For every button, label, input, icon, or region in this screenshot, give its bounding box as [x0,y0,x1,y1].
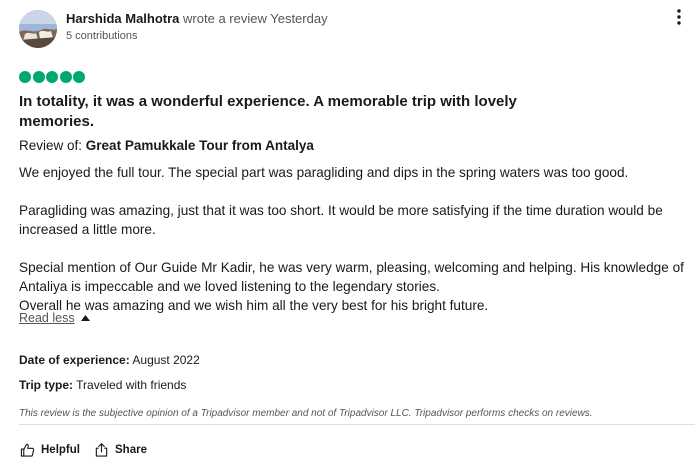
review-paragraph-3: Special mention of Our Guide Mr Kadir, h… [19,260,684,313]
review-body: We enjoyed the full tour. The special pa… [19,163,691,315]
trip-type-label: Trip type: [19,378,74,392]
trip-type: Trip type: Traveled with friends [19,378,186,392]
share-icon [95,443,108,457]
review-paragraph-2: Paragliding was amazing, just that it wa… [19,203,663,237]
more-options-icon [677,9,681,25]
avatar-image [19,10,57,48]
rating-bubble [73,71,86,83]
rating-bubble [32,71,45,83]
author-line: Harshida Malhotra wrote a review Yesterd… [66,11,328,26]
more-options-button[interactable] [669,6,689,28]
trip-type-value: Traveled with friends [76,378,187,392]
caret-up-icon [80,315,90,321]
helpful-label: Helpful [41,444,80,456]
thumbs-up-icon [20,443,35,457]
date-of-experience: Date of experience: August 2022 [19,353,200,367]
rating-bubble [59,71,72,83]
date-value: August 2022 [132,353,200,367]
review-disclaimer: This review is the subjective opinion of… [19,408,593,419]
date-label: Date of experience: [19,353,130,367]
share-label: Share [115,444,147,456]
avatar[interactable] [19,10,57,48]
read-less-button[interactable]: Read less [19,311,90,325]
read-less-label: Read less [19,311,75,325]
helpful-button[interactable]: Helpful [20,442,80,458]
review-paragraph-1: We enjoyed the full tour. The special pa… [19,165,629,180]
review-action-text: wrote a review Yesterday [183,11,328,26]
rating-bubble [46,71,59,83]
review-title[interactable]: In totality, it was a wonderful experien… [19,92,559,132]
rating-bubble [19,71,31,83]
share-button[interactable]: Share [94,442,147,458]
author-name[interactable]: Harshida Malhotra [66,11,179,26]
contributions-count: 5 contributions [66,30,138,42]
review-of-link[interactable]: Great Pamukkale Tour from Antalya [86,138,314,153]
review-of: Review of: Great Pamukkale Tour from Ant… [19,138,314,153]
review-of-label: Review of: [19,138,83,153]
rating-bubbles [19,71,86,83]
divider [19,424,695,425]
